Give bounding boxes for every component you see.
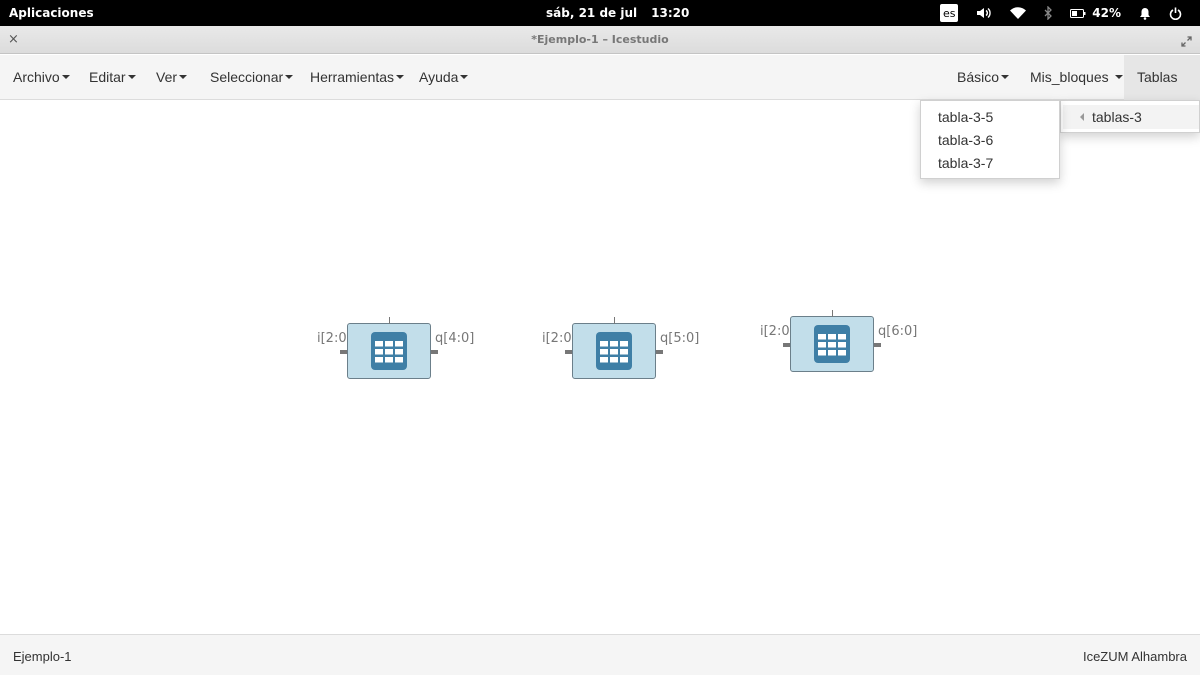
tablas-3-submenu: tabla-3-5 tabla-3-6 tabla-3-7 (920, 100, 1060, 179)
submenu-arrow-left-icon (1080, 113, 1084, 121)
menu-ayuda[interactable]: Ayuda (419, 55, 469, 100)
applications-menu[interactable]: Aplicaciones (9, 6, 94, 20)
menu-label: Básico (957, 69, 1000, 85)
table-block[interactable] (783, 310, 881, 372)
parameter-wire (389, 317, 390, 324)
battery-percent: 42% (1092, 6, 1121, 20)
caret-down-icon (1114, 75, 1123, 80)
table-block[interactable] (565, 317, 663, 379)
parameter-wire (614, 317, 615, 324)
system-tray: es 42% (940, 0, 1200, 26)
volume-icon[interactable] (976, 6, 992, 20)
table-icon (371, 332, 407, 370)
menu-item-tabla-3-7[interactable]: tabla-3-7 (938, 155, 993, 171)
menu-item-label: tablas-3 (1092, 109, 1142, 125)
window-titlebar: × *Ejemplo-1 – Icestudio (0, 26, 1200, 54)
menu-seleccionar[interactable]: Seleccionar (210, 55, 294, 100)
caret-down-icon (285, 75, 294, 80)
input-port[interactable] (783, 343, 790, 347)
caret-down-icon (396, 75, 405, 80)
menu-item-tabla-3-6[interactable]: tabla-3-6 (938, 132, 993, 148)
menubar: Archivo Editar Ver Seleccionar Herramien… (0, 55, 1200, 125)
caret-down-icon (460, 75, 469, 80)
time-label: 13:20 (651, 6, 690, 20)
menu-label: Ayuda (419, 69, 459, 85)
project-name: Ejemplo-1 (13, 649, 72, 664)
menu-herramientas[interactable]: Herramientas (310, 55, 405, 100)
table-icon (814, 325, 850, 363)
menu-item-tablas-3[interactable]: tablas-3 (1063, 105, 1199, 129)
board-selector[interactable]: IceZUM Alhambra (1083, 649, 1187, 664)
restore-window-icon[interactable] (1181, 32, 1192, 51)
bell-icon[interactable] (1139, 7, 1151, 20)
clock[interactable]: sáb, 21 de jul 13:20 (546, 6, 689, 20)
status-bar: Ejemplo-1 IceZUM Alhambra (0, 634, 1200, 675)
menu-label: Mis_bloques (1030, 69, 1109, 85)
menu-basico[interactable]: Básico (957, 55, 1010, 100)
window-title: *Ejemplo-1 – Icestudio (531, 33, 669, 46)
menu-archivo[interactable]: Archivo (13, 55, 70, 100)
wifi-icon[interactable] (1010, 7, 1027, 19)
keyboard-layout-indicator[interactable]: es (940, 4, 959, 22)
menu-editar[interactable]: Editar (89, 55, 136, 100)
caret-down-icon (61, 75, 70, 80)
input-port[interactable] (565, 350, 572, 354)
block-output-label: q[6:0] (878, 324, 918, 339)
caret-down-icon (127, 75, 136, 80)
input-port[interactable] (340, 350, 347, 354)
caret-down-icon (1001, 75, 1010, 80)
menu-label: Tablas (1137, 69, 1178, 85)
menu-label: Ver (156, 69, 178, 85)
design-canvas[interactable]: i[2:0] q[4:0] i[2:0] q[5:0] i[2:0] q[6:0… (0, 101, 1200, 633)
menu-ver[interactable]: Ver (156, 55, 188, 100)
table-icon (596, 332, 632, 370)
menu-tablas[interactable]: Tablas (1124, 55, 1200, 125)
menu-label: Seleccionar (210, 69, 284, 85)
block-output-label: q[4:0] (435, 331, 475, 346)
output-port[interactable] (656, 350, 663, 354)
block-output-label: q[5:0] (660, 331, 700, 346)
bluetooth-icon[interactable] (1044, 6, 1053, 20)
parameter-wire (832, 310, 833, 317)
tablas-dropdown-menu: tablas-3 (1060, 100, 1200, 133)
menu-mis-bloques[interactable]: Mis_bloques (1030, 55, 1123, 100)
menu-label: Archivo (13, 69, 60, 85)
output-port[interactable] (431, 350, 438, 354)
battery-icon (1070, 8, 1086, 18)
menu-label: Editar (89, 69, 126, 85)
menu-item-tabla-3-5[interactable]: tabla-3-5 (938, 109, 993, 125)
menu-label: Herramientas (310, 69, 395, 85)
system-top-bar: Aplicaciones sáb, 21 de jul 13:20 es 42% (0, 0, 1200, 26)
battery-indicator[interactable]: 42% (1070, 6, 1121, 20)
caret-down-icon (179, 75, 188, 80)
output-port[interactable] (874, 343, 881, 347)
power-icon[interactable] (1169, 7, 1182, 20)
table-block[interactable] (340, 317, 438, 379)
date-label: sáb, 21 de jul (546, 6, 638, 20)
